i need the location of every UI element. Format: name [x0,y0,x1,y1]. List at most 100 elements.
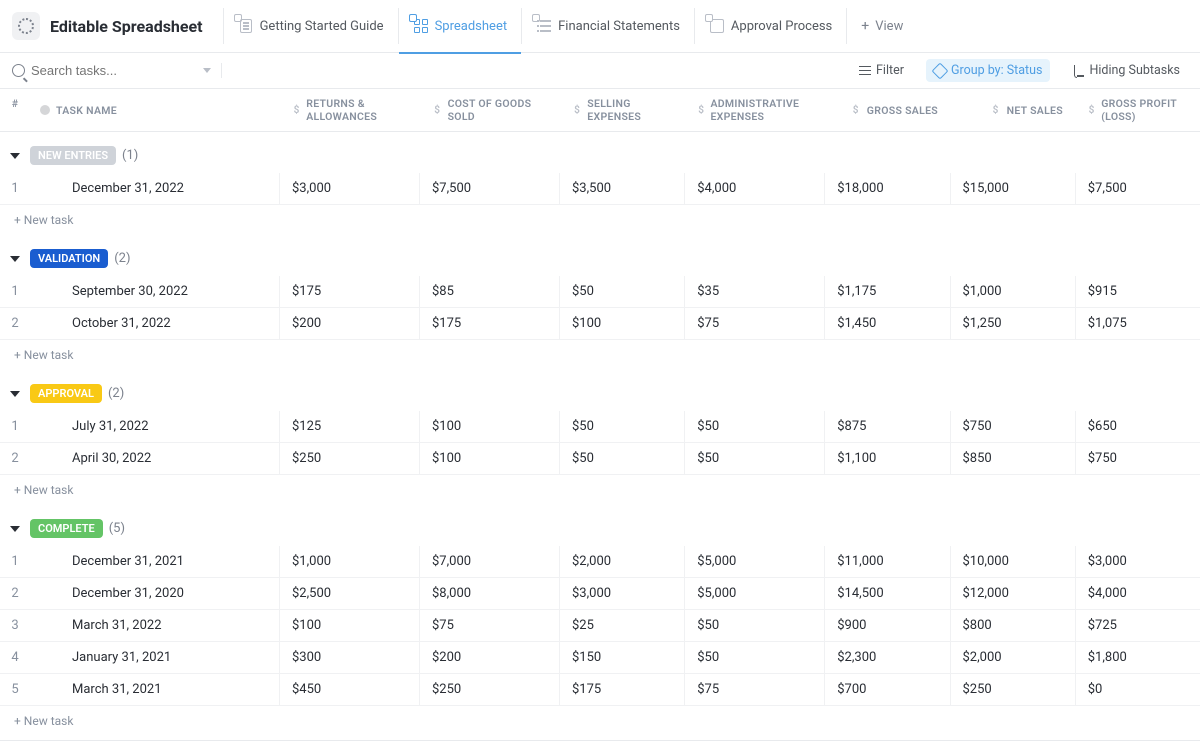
cell-cogs[interactable]: $200 [420,642,560,673]
row-name[interactable]: April 30, 2022 [30,443,280,474]
table-row[interactable]: 3March 31, 2022$100$75$25$50$900$800$725 [0,610,1200,642]
cell-net-sales[interactable]: $800 [951,610,1076,641]
table-row[interactable]: 1September 30, 2022$175$85$50$35$1,175$1… [0,276,1200,308]
col-name-header[interactable]: TASK NAME [30,89,280,131]
cell-returns[interactable]: $300 [280,642,420,673]
group-by-button[interactable]: Group by: Status [926,59,1051,82]
tab-getting-started[interactable]: Getting Started Guide [223,8,398,44]
row-name[interactable]: October 31, 2022 [30,308,280,339]
cell-admin[interactable]: $35 [685,276,825,307]
collapse-icon[interactable] [10,391,20,397]
table-row[interactable]: 1December 31, 2022$3,000$7,500$3,500$4,0… [0,173,1200,205]
cell-net-sales[interactable]: $12,000 [951,578,1076,609]
cell-gross-profit[interactable]: $915 [1076,276,1200,307]
status-badge[interactable]: APPROVAL [30,384,102,403]
row-name[interactable]: January 31, 2021 [30,642,280,673]
table-row[interactable]: 2October 31, 2022$200$175$100$75$1,450$1… [0,308,1200,340]
cell-gross-profit[interactable]: $1,800 [1076,642,1200,673]
row-name[interactable]: December 31, 2020 [30,578,280,609]
cell-returns[interactable]: $125 [280,411,420,442]
cell-cogs[interactable]: $100 [420,411,560,442]
cell-admin[interactable]: $75 [685,308,825,339]
cell-gross-sales[interactable]: $11,000 [825,546,950,577]
col-gross-profit-header[interactable]: $GROSS PROFIT (LOSS) [1075,89,1200,131]
cell-admin[interactable]: $50 [685,642,825,673]
add-view-button[interactable]: + View [846,8,917,44]
col-selling-header[interactable]: $SELLING EXPENSES [560,89,685,131]
cell-selling[interactable]: $175 [560,674,685,705]
table-row[interactable]: 1December 31, 2021$1,000$7,000$2,000$5,0… [0,546,1200,578]
cell-net-sales[interactable]: $1,000 [951,276,1076,307]
cell-gross-profit[interactable]: $3,000 [1076,546,1200,577]
cell-cogs[interactable]: $175 [420,308,560,339]
cell-gross-profit[interactable]: $650 [1076,411,1200,442]
cell-selling[interactable]: $50 [560,276,685,307]
cell-net-sales[interactable]: $250 [951,674,1076,705]
status-badge[interactable]: NEW ENTRIES [30,146,116,165]
cell-admin[interactable]: $5,000 [685,546,825,577]
filter-button[interactable]: Filter [851,59,912,82]
collapse-icon[interactable] [10,256,20,262]
cell-gross-profit[interactable]: $0 [1076,674,1200,705]
cell-gross-sales[interactable]: $14,500 [825,578,950,609]
table-row[interactable]: 2December 31, 2020$2,500$8,000$3,000$5,0… [0,578,1200,610]
status-badge[interactable]: COMPLETE [30,519,103,538]
cell-gross-profit[interactable]: $1,075 [1076,308,1200,339]
cell-returns[interactable]: $175 [280,276,420,307]
new-task-button[interactable]: + New task [0,205,1200,235]
table-row[interactable]: 5March 31, 2021$450$250$175$75$700$250$0 [0,674,1200,706]
cell-admin[interactable]: $50 [685,443,825,474]
cell-selling[interactable]: $2,000 [560,546,685,577]
cell-gross-sales[interactable]: $900 [825,610,950,641]
cell-net-sales[interactable]: $850 [951,443,1076,474]
cell-gross-sales[interactable]: $875 [825,411,950,442]
cell-returns[interactable]: $3,000 [280,173,420,204]
cell-admin[interactable]: $50 [685,610,825,641]
cell-selling[interactable]: $3,000 [560,578,685,609]
cell-net-sales[interactable]: $15,000 [951,173,1076,204]
cell-gross-sales[interactable]: $1,175 [825,276,950,307]
cell-returns[interactable]: $100 [280,610,420,641]
cell-gross-sales[interactable]: $2,300 [825,642,950,673]
cell-selling[interactable]: $150 [560,642,685,673]
table-row[interactable]: 2April 30, 2022$250$100$50$50$1,100$850$… [0,443,1200,475]
cell-cogs[interactable]: $250 [420,674,560,705]
cell-cogs[interactable]: $75 [420,610,560,641]
col-cogs-header[interactable]: $COST OF GOODS SOLD [420,89,560,131]
cell-selling[interactable]: $100 [560,308,685,339]
cell-returns[interactable]: $2,500 [280,578,420,609]
collapse-icon[interactable] [10,153,20,159]
row-name[interactable]: July 31, 2022 [30,411,280,442]
cell-cogs[interactable]: $8,000 [420,578,560,609]
cell-gross-sales[interactable]: $18,000 [825,173,950,204]
cell-admin[interactable]: $50 [685,411,825,442]
cell-net-sales[interactable]: $750 [951,411,1076,442]
cell-admin[interactable]: $4,000 [685,173,825,204]
cell-cogs[interactable]: $7,000 [420,546,560,577]
new-task-button[interactable]: + New task [0,340,1200,370]
collapse-icon[interactable] [10,526,20,532]
col-net-sales-header[interactable]: $NET SALES [950,89,1075,131]
cell-gross-sales[interactable]: $1,100 [825,443,950,474]
row-name[interactable]: September 30, 2022 [30,276,280,307]
row-name[interactable]: December 31, 2022 [30,173,280,204]
row-name[interactable]: March 31, 2022 [30,610,280,641]
cell-gross-profit[interactable]: $7,500 [1076,173,1200,204]
col-returns-header[interactable]: $RETURNS & ALLOWANCES [280,89,420,131]
table-row[interactable]: 1July 31, 2022$125$100$50$50$875$750$650 [0,411,1200,443]
cell-cogs[interactable]: $85 [420,276,560,307]
new-task-button[interactable]: + New task [0,475,1200,505]
cell-admin[interactable]: $75 [685,674,825,705]
row-name[interactable]: March 31, 2021 [30,674,280,705]
cell-returns[interactable]: $200 [280,308,420,339]
search-input[interactable] [31,63,171,78]
col-admin-header[interactable]: $ADMINISTRATIVE EXPENSES [685,89,825,131]
cell-returns[interactable]: $250 [280,443,420,474]
table-row[interactable]: 4January 31, 2021$300$200$150$50$2,300$2… [0,642,1200,674]
tab-approval-process[interactable]: Approval Process [694,8,846,44]
cell-returns[interactable]: $1,000 [280,546,420,577]
cell-selling[interactable]: $25 [560,610,685,641]
cell-cogs[interactable]: $7,500 [420,173,560,204]
cell-selling[interactable]: $50 [560,411,685,442]
cell-net-sales[interactable]: $2,000 [951,642,1076,673]
